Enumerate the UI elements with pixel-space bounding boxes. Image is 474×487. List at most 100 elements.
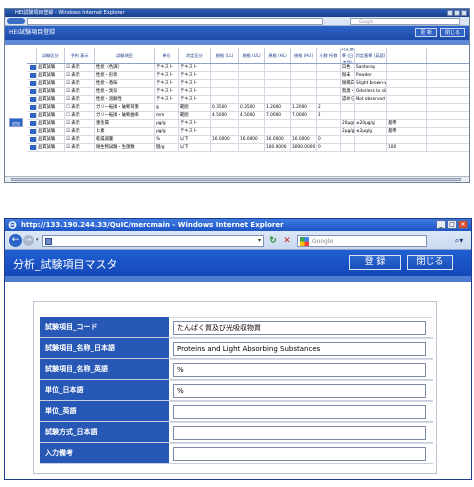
table-cell[interactable] [211,72,239,79]
table-cell[interactable]: Slight brown-wh [355,80,387,87]
table-row[interactable]: 品質試験☑ 表示性状・香味テキストテキスト微褐白色Slight brown-wh [27,80,469,88]
table-cell[interactable]: ☐ 表示 [65,104,95,111]
horizontal-scrollbar[interactable] [5,176,469,182]
table-cell[interactable]: 2 [317,104,341,111]
table-cell[interactable]: 0.3500 [239,104,265,111]
close-icon[interactable]: × [458,220,468,229]
table-cell[interactable] [387,96,427,103]
search-icon[interactable]: ⌕▾ [451,235,467,247]
minimize-icon[interactable] [447,10,453,16]
table-row[interactable]: 品質試験 ☑ 表示 性状（色調） テキスト テキスト 白色 Santoray [27,64,469,72]
table-cell[interactable]: ☑ 表示 [65,96,95,103]
table-row[interactable]: 品質試験☑ 表示重金属µg/gテキスト 20µg/g以下≤20µg/g基準 [27,120,469,128]
form-field-input[interactable] [173,405,426,419]
table-cell[interactable]: テキスト [179,88,211,95]
table-cell[interactable]: 16.0000 [291,136,317,143]
table-cell[interactable] [239,72,265,79]
table-cell[interactable]: ☑ 表示 [65,72,95,79]
back-forward-icon[interactable] [7,18,25,24]
forward-arrow-icon[interactable]: → [23,235,34,246]
table-cell[interactable] [211,144,239,151]
table-cell[interactable]: 0 [317,144,341,151]
table-cell[interactable]: 性状・臭気 [95,88,155,95]
form-field-input[interactable]: たんぱく質及び光吸収物質 [173,321,426,335]
table-cell[interactable]: 7.0000 [291,112,317,119]
table-cell[interactable] [317,96,341,103]
table-cell[interactable] [387,72,427,79]
table-cell[interactable] [211,80,239,87]
table-row[interactable]: 品質試験 ☑ 表示 微生物試験・生菌数 個/g 以下 100.0000 3000.0000 0… [27,144,469,152]
row-select-marker[interactable] [27,96,37,103]
table-cell[interactable] [265,128,291,135]
table-cell[interactable] [211,120,239,127]
row-select-marker[interactable] [27,120,37,127]
table-cell[interactable]: ☑ 表示 [65,128,95,135]
table-cell[interactable] [355,144,387,151]
update-button[interactable]: 更 新 [415,28,437,37]
table-cell[interactable]: 0.3500 [211,104,239,111]
back-arrow-icon[interactable]: ← [9,234,22,247]
table-cell[interactable]: 性状・溶解性 [95,96,155,103]
table-cell[interactable]: 16.0000 [211,136,239,143]
table-cell[interactable]: 重金属 [95,120,155,127]
row-select-marker[interactable] [27,112,37,119]
table-row[interactable]: 品質試験☑ 表示性状・溶解性テキストテキスト認められないNot observed… [27,96,469,104]
table-cell[interactable]: Santoray [355,64,387,71]
table-row[interactable]: 品質試験 ☐ 表示 ガリー転換・破断荷重 g 範囲 0.3500 0.3500 1.2000 1… [27,104,469,112]
table-row[interactable]: 品質試験 ☐ 表示 ガリー転換・破断曲率 mm 範囲 4.5000 4.5000 7.0000… [27,112,469,120]
table-cell[interactable]: テキスト [179,96,211,103]
table-cell[interactable] [355,104,387,111]
table-cell[interactable] [341,104,355,111]
table-cell[interactable] [239,96,265,103]
table-cell[interactable] [387,136,427,143]
table-cell[interactable]: ガリー転換・破断曲率 [95,112,155,119]
table-cell[interactable] [265,88,291,95]
table-cell[interactable]: テキスト [155,80,179,87]
table-cell[interactable]: ☐ 表示 [65,112,95,119]
form-field-input[interactable] [173,447,426,461]
table-row[interactable]: 品質試験 ☑ 表示 性状・形状 テキスト テキスト 粉末 Powder [27,72,469,80]
table-cell[interactable]: µg/g [155,128,179,135]
table-cell[interactable]: テキスト [155,88,179,95]
table-cell[interactable] [317,128,341,135]
table-cell[interactable]: テキスト [179,72,211,79]
refresh-icon[interactable]: ↻ [267,235,279,247]
table-cell[interactable]: 微褐白色 [341,80,355,87]
table-cell[interactable]: 性状・香味 [95,80,155,87]
row-select-marker[interactable] [27,128,37,135]
row-select-marker[interactable] [27,144,37,151]
table-cell[interactable] [317,64,341,71]
table-cell[interactable]: % [155,136,179,143]
table-cell[interactable]: 性状・形状 [95,72,155,79]
table-cell[interactable]: Powder [355,72,387,79]
table-cell[interactable]: 3000.0000 [291,144,317,151]
register-button[interactable]: 登 録 [349,255,401,270]
table-cell[interactable]: g [155,104,179,111]
table-cell[interactable] [239,120,265,127]
table-cell[interactable]: テキスト [155,64,179,71]
table-cell[interactable]: 品質試験 [37,104,65,111]
row-select-marker[interactable] [27,72,37,79]
table-cell[interactable] [239,80,265,87]
row-select-marker[interactable] [27,80,37,87]
table-cell[interactable] [239,144,265,151]
form-field-input[interactable]: % [173,363,426,377]
search-input[interactable]: Google [350,18,460,25]
table-cell[interactable]: テキスト [179,80,211,87]
table-cell[interactable]: 0 [317,136,341,143]
table-cell[interactable]: 範囲 [179,104,211,111]
row-select-marker[interactable] [27,64,37,71]
table-cell[interactable]: テキスト [155,72,179,79]
table-cell[interactable] [211,88,239,95]
table-cell[interactable]: 1.2000 [291,104,317,111]
table-cell[interactable]: 品質試験 [37,112,65,119]
table-cell[interactable] [291,80,317,87]
table-cell[interactable]: 4.5000 [239,112,265,119]
table-cell[interactable]: 4.5000 [211,112,239,119]
search-input[interactable]: Google [297,235,427,247]
table-cell[interactable] [265,72,291,79]
table-cell[interactable]: 範囲 [179,112,211,119]
maximize-icon[interactable]: □ [447,220,457,229]
form-field-input[interactable]: % [173,384,426,398]
table-cell[interactable]: ≤2µg/g [355,128,387,135]
